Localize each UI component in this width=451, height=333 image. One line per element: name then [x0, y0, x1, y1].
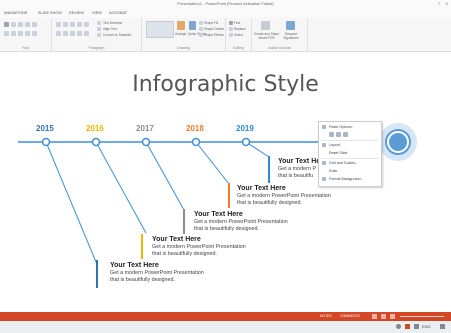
- comments-button[interactable]: COMMENTS: [340, 314, 360, 318]
- entry-desc2-2019[interactable]: that is beautifu: [278, 173, 313, 180]
- volume-icon[interactable]: [414, 324, 419, 329]
- entry-bar-2017: [183, 209, 185, 234]
- timeline-dot-2017: [141, 137, 151, 147]
- entry-desc1-2016[interactable]: Get a modern PowerPoint Presentation: [152, 244, 246, 251]
- entry-desc2-2015[interactable]: that is beautifully designed.: [110, 277, 175, 284]
- entry-desc2-2018[interactable]: that is beautifully designed.: [237, 200, 302, 207]
- taskbar: ENG: [0, 321, 451, 333]
- grid-icon: [322, 161, 326, 165]
- connector-2018: [195, 141, 230, 185]
- entry-desc1-2019[interactable]: Get a modern P: [278, 166, 316, 173]
- office-icon[interactable]: [405, 324, 410, 329]
- menu-item-format-background[interactable]: Format Background...: [329, 177, 364, 181]
- timeline-dot-2019: [241, 137, 251, 147]
- highlight-circle-inner: [389, 133, 407, 151]
- timeline-dot-2016: [91, 137, 101, 147]
- timeline-dot-2015: [41, 137, 51, 147]
- year-2016[interactable]: 2016: [86, 124, 104, 133]
- paste-keep-format-icon[interactable]: [329, 132, 334, 137]
- year-2018[interactable]: 2018: [186, 124, 204, 133]
- year-2019[interactable]: 2019: [236, 124, 254, 133]
- connector-2016: [95, 141, 147, 234]
- connector-2017: [145, 141, 185, 211]
- entry-desc2-2017[interactable]: that is beautifully designed.: [194, 226, 259, 233]
- notes-button[interactable]: NOTES: [320, 314, 332, 318]
- connector-2015: [45, 141, 97, 263]
- normal-view-icon[interactable]: [372, 314, 377, 319]
- entry-bar-2018: [228, 183, 230, 208]
- entry-desc1-2018[interactable]: Get a modern PowerPoint Presentation: [237, 193, 331, 200]
- paste-icon: [322, 125, 326, 129]
- menu-item-layout[interactable]: Layout: [329, 143, 340, 147]
- year-2017[interactable]: 2017: [136, 124, 154, 133]
- entry-title-2018[interactable]: Your Text Here: [237, 185, 286, 192]
- entry-bar-2019: [268, 156, 270, 183]
- menu-item-reset-slide[interactable]: Reset Slide: [329, 151, 347, 155]
- entry-title-2017[interactable]: Your Text Here: [194, 211, 243, 218]
- entry-desc1-2017[interactable]: Get a modern PowerPoint Presentation: [194, 219, 288, 226]
- year-2015[interactable]: 2015: [36, 124, 54, 133]
- paste-text-only-icon[interactable]: [343, 132, 348, 137]
- paste-options-label: Paste Options:: [329, 125, 353, 129]
- zoom-slider[interactable]: [400, 316, 444, 317]
- notifications-icon[interactable]: [440, 324, 445, 329]
- menu-separator: [321, 158, 379, 159]
- menu-item-ruler[interactable]: Ruler: [329, 169, 338, 173]
- timeline-dot-2018: [191, 137, 201, 147]
- language-indicator[interactable]: ENG: [422, 324, 431, 329]
- slide-sorter-icon[interactable]: [381, 314, 386, 319]
- status-bar: NOTES COMMENTS: [0, 312, 451, 321]
- menu-separator: [321, 140, 379, 141]
- timeline-graphic: [18, 123, 417, 263]
- context-menu: Paste Options: Layout Reset Slide Grid a…: [318, 121, 382, 187]
- entry-bar-2016: [141, 234, 143, 259]
- reading-view-icon[interactable]: [390, 314, 395, 319]
- entry-desc2-2016[interactable]: that is beautifully designed.: [152, 251, 217, 258]
- entry-bar-2015: [96, 260, 98, 288]
- network-icon[interactable]: [396, 324, 401, 329]
- entry-desc1-2015[interactable]: Get a modern PowerPoint Presentation: [110, 270, 204, 277]
- layout-icon: [322, 143, 326, 147]
- entry-title-2015[interactable]: Your Text Here: [110, 262, 159, 269]
- format-background-icon: [322, 177, 326, 181]
- paste-picture-icon[interactable]: [336, 132, 341, 137]
- entry-title-2016[interactable]: Your Text Here: [152, 236, 201, 243]
- menu-item-grid-guides[interactable]: Grid and Guides...: [329, 161, 358, 165]
